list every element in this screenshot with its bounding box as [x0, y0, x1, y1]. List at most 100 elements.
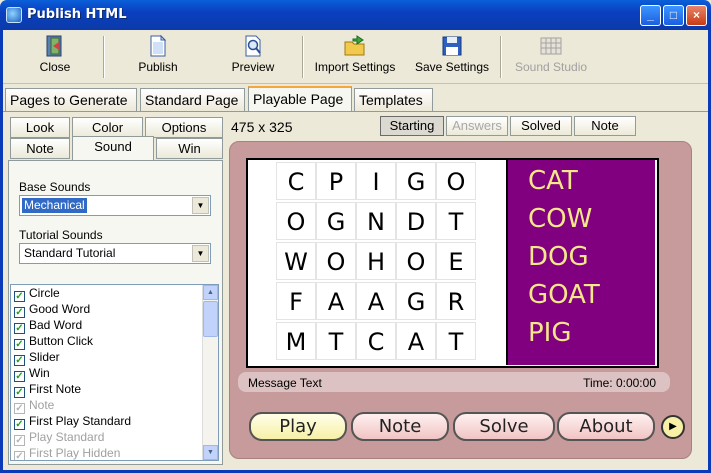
- grid-cell[interactable]: A: [316, 282, 356, 320]
- save-settings-label: Save Settings: [414, 60, 490, 74]
- tab-panel-border: [3, 111, 708, 112]
- tab-standard-page[interactable]: Standard Page: [140, 88, 245, 111]
- window-title: Publish HTML: [27, 7, 127, 22]
- grid-cell[interactable]: O: [316, 242, 356, 280]
- preview-tab-answers[interactable]: Answers: [446, 116, 508, 136]
- minimize-button[interactable]: _: [640, 5, 661, 26]
- checkbox[interactable]: ✓: [14, 355, 25, 366]
- window-frame-left: [0, 30, 3, 473]
- save-settings-button[interactable]: Save Settings: [408, 34, 496, 80]
- close-window-button[interactable]: ×: [686, 5, 707, 26]
- grid-cell[interactable]: T: [436, 202, 476, 240]
- checkbox[interactable]: ✓: [14, 323, 25, 334]
- subtab-color[interactable]: Color: [72, 117, 143, 138]
- grid-cell[interactable]: T: [436, 322, 476, 360]
- grid-cell[interactable]: M: [276, 322, 316, 360]
- play-button[interactable]: Play: [249, 412, 347, 441]
- app-icon: [6, 7, 22, 23]
- floppy-disk-icon: [442, 36, 462, 56]
- preview-tab-note[interactable]: Note: [574, 116, 636, 136]
- grid-cell[interactable]: T: [316, 322, 356, 360]
- checkbox[interactable]: ✓: [14, 387, 25, 398]
- message-bar: Message Text Time: 0:00:00: [238, 372, 670, 392]
- scroll-thumb[interactable]: [203, 301, 218, 337]
- list-item-label: First Play Standard: [29, 414, 132, 428]
- grid-cell[interactable]: G: [396, 282, 436, 320]
- grid-cell[interactable]: I: [356, 162, 396, 200]
- checkbox[interactable]: ✓: [14, 307, 25, 318]
- arrow-right-icon[interactable]: ▶: [661, 415, 685, 439]
- list-item[interactable]: ✓ Slider: [14, 350, 60, 366]
- base-sounds-label: Base Sounds: [19, 180, 91, 194]
- grid-cell[interactable]: D: [396, 202, 436, 240]
- preview-tab-starting[interactable]: Starting: [380, 116, 444, 136]
- timer: Time: 0:00:00: [583, 376, 656, 390]
- maximize-button[interactable]: □: [663, 5, 684, 26]
- checkbox[interactable]: ✓: [14, 419, 25, 430]
- sound-events-list[interactable]: ✓ Circle ✓ Good Word ✓ Bad Word ✓ Button Cli…: [10, 284, 219, 461]
- page-size-label: 475 x 325: [231, 119, 293, 135]
- list-item[interactable]: ✓ Circle: [14, 286, 60, 302]
- grid-cell[interactable]: O: [396, 242, 436, 280]
- checkbox[interactable]: ✓: [14, 291, 25, 302]
- grid-cell[interactable]: H: [356, 242, 396, 280]
- grid-cell[interactable]: O: [276, 202, 316, 240]
- grid-cell[interactable]: R: [436, 282, 476, 320]
- list-item[interactable]: ✓ Good Word: [14, 302, 90, 318]
- list-item-label: Note: [29, 398, 55, 412]
- import-settings-label: Import Settings: [314, 60, 396, 74]
- grid-cell[interactable]: F: [276, 282, 316, 320]
- grid-cell[interactable]: E: [436, 242, 476, 280]
- grid-cell[interactable]: C: [276, 162, 316, 200]
- subtab-options[interactable]: Options: [145, 117, 223, 138]
- import-settings-button[interactable]: Import Settings: [309, 34, 401, 80]
- tab-playable-page[interactable]: Playable Page: [248, 86, 352, 112]
- grid-cell[interactable]: O: [436, 162, 476, 200]
- tab-pages-to-generate[interactable]: Pages to Generate: [5, 88, 137, 111]
- list-item[interactable]: ✓ Win: [14, 366, 50, 382]
- subtab-look[interactable]: Look: [10, 117, 70, 138]
- list-item[interactable]: ✓ First Note: [14, 382, 81, 398]
- scroll-up-icon[interactable]: ▲: [203, 285, 218, 300]
- vertical-scrollbar[interactable]: ▲ ▼: [202, 285, 218, 460]
- close-button[interactable]: Close: [33, 34, 77, 80]
- grid-cell[interactable]: C: [356, 322, 396, 360]
- tutorial-sounds-select[interactable]: Standard Tutorial ▼: [19, 243, 211, 264]
- toolbar-separator: [302, 36, 304, 78]
- list-item[interactable]: ✓ First Play Standard: [14, 414, 131, 430]
- subtab-win[interactable]: Win: [156, 138, 223, 159]
- chevron-down-icon[interactable]: ▼: [192, 197, 209, 214]
- list-item[interactable]: ✓ Button Click: [14, 334, 93, 350]
- grid-cell[interactable]: G: [316, 202, 356, 240]
- publish-label: Publish: [138, 60, 178, 74]
- document-icon: [150, 34, 167, 57]
- scroll-down-icon[interactable]: ▼: [203, 445, 218, 460]
- grid-cell[interactable]: W: [276, 242, 316, 280]
- preview-tab-solved[interactable]: Solved: [510, 116, 572, 136]
- sound-studio-button[interactable]: Sound Studio: [511, 34, 591, 80]
- tutorial-sounds-label: Tutorial Sounds: [19, 228, 103, 242]
- base-sounds-select[interactable]: Mechanical ▼: [19, 195, 211, 216]
- checkbox[interactable]: ✓: [14, 339, 25, 350]
- note-button[interactable]: Note: [351, 412, 449, 441]
- solve-button[interactable]: Solve: [453, 412, 555, 441]
- grid-cell[interactable]: A: [356, 282, 396, 320]
- subtab-note[interactable]: Note: [10, 138, 70, 159]
- preview-label: Preview: [231, 60, 275, 74]
- subtab-sound[interactable]: Sound: [72, 136, 154, 160]
- preview-button[interactable]: Preview: [225, 34, 281, 80]
- grid-cell[interactable]: G: [396, 162, 436, 200]
- list-item[interactable]: ✓ Bad Word: [14, 318, 82, 334]
- publish-button[interactable]: Publish: [131, 34, 185, 80]
- list-item-label: Win: [29, 366, 50, 380]
- list-item-label: First Note: [29, 382, 82, 396]
- checkbox[interactable]: ✓: [14, 371, 25, 382]
- grid-cell[interactable]: A: [396, 322, 436, 360]
- grid-cell[interactable]: P: [316, 162, 356, 200]
- grid-cell[interactable]: N: [356, 202, 396, 240]
- chevron-down-icon[interactable]: ▼: [192, 245, 209, 262]
- base-sounds-value: Mechanical: [22, 198, 87, 213]
- tab-templates[interactable]: Templates: [354, 88, 433, 111]
- about-button[interactable]: About: [557, 412, 655, 441]
- title-bar[interactable]: Publish HTML _ □ ×: [0, 0, 711, 30]
